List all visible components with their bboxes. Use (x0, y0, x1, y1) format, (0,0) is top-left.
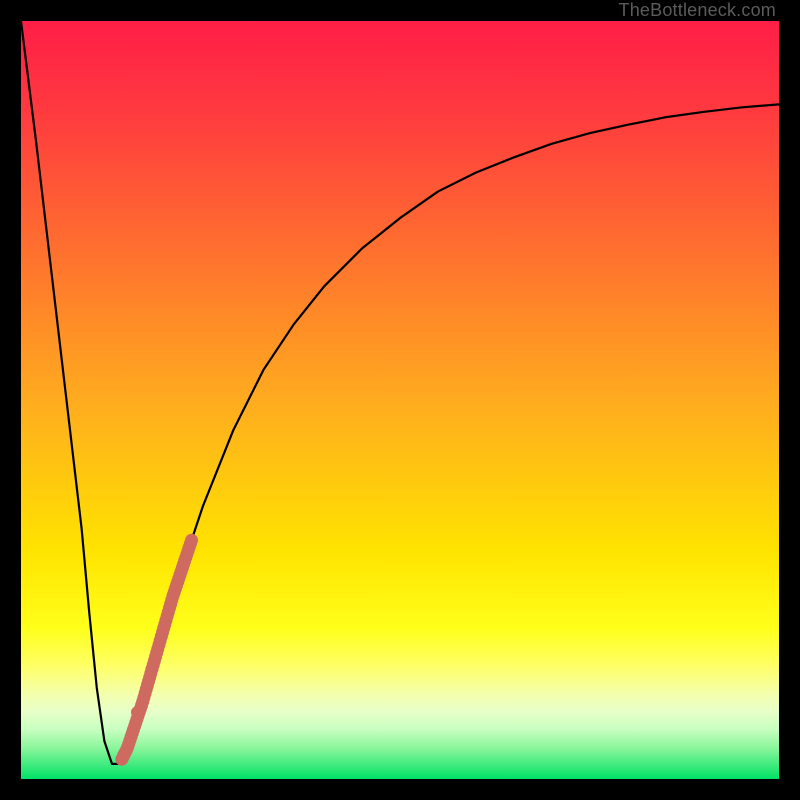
highlight-dot (131, 706, 143, 718)
gradient-background (21, 21, 779, 779)
highlight-dot (145, 663, 157, 675)
chart-svg (21, 21, 779, 779)
attribution-label: TheBottleneck.com (619, 0, 776, 21)
highlight-dot (185, 534, 198, 547)
plot-area (21, 21, 779, 779)
chart-frame: TheBottleneck.com (0, 0, 800, 800)
highlight-dot (117, 749, 129, 761)
